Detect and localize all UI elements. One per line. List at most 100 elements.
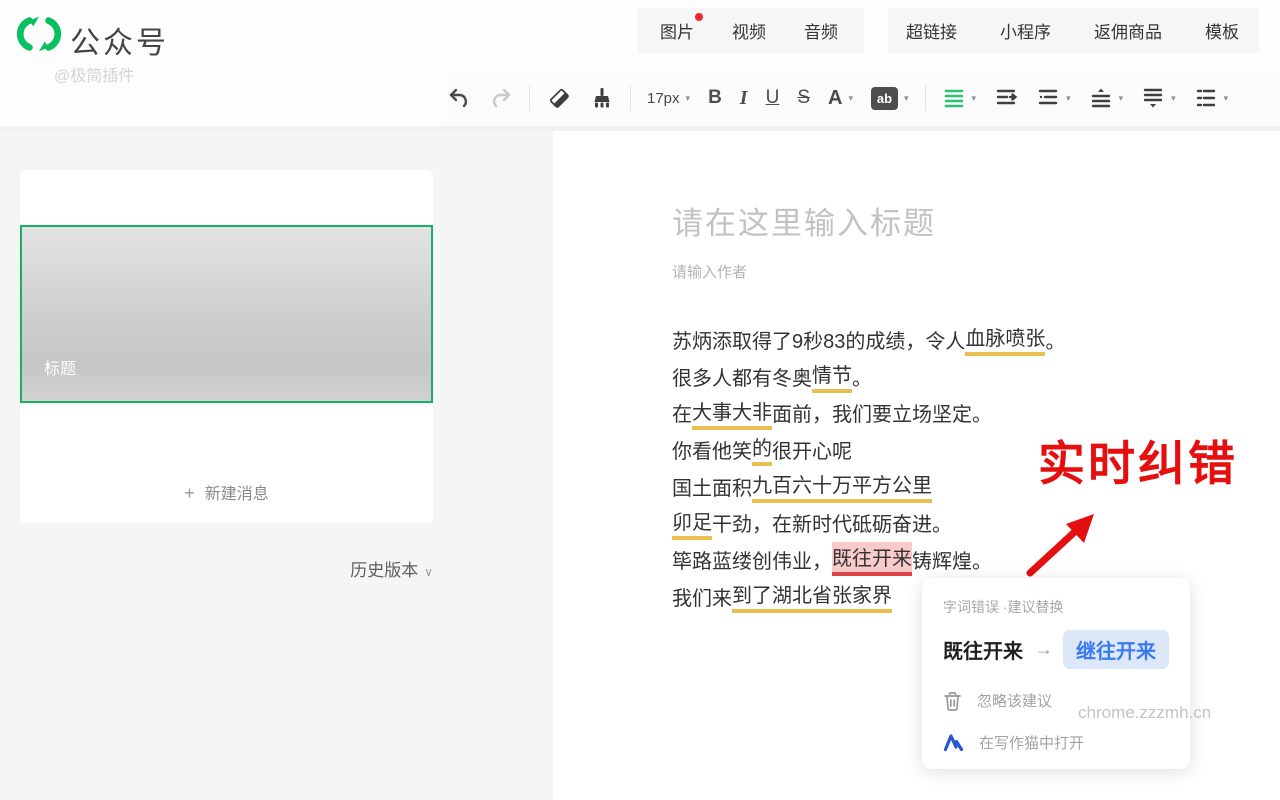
- spellcheck-warning[interactable]: 大事大非: [692, 396, 772, 430]
- correction-popup: 字词错误 ·建议替换 既往开来 → 继往开来 忽略该建议 在写作猫中打开: [922, 578, 1190, 769]
- editor-line[interactable]: 卯足干劲，在新时代砥砺奋进。: [672, 504, 1232, 541]
- arrow-right-icon: →: [1035, 639, 1053, 660]
- clear-format-button[interactable]: [546, 80, 572, 116]
- realtime-correction-annotation: 实时纠错: [1038, 425, 1238, 494]
- chevron-down-icon: ▾: [1119, 93, 1124, 104]
- font-color-button[interactable]: A ▾: [828, 80, 853, 116]
- plus-icon: +: [184, 483, 195, 503]
- message-thumbnail-selected[interactable]: 标题: [20, 225, 433, 403]
- chevron-down-icon: ▾: [1066, 93, 1071, 104]
- chevron-down-icon: ▾: [904, 93, 909, 104]
- wrong-word: 既往开来: [943, 635, 1023, 664]
- highlight-icon: ab: [871, 87, 898, 110]
- history-version-button[interactable]: 历史版本∨: [20, 556, 433, 581]
- suggestion-button[interactable]: 继往开来: [1063, 630, 1169, 669]
- toolbar-divider: [529, 85, 530, 111]
- plugin-watermark: @极简插件: [54, 62, 134, 86]
- popup-header: 字词错误 ·建议替换: [943, 597, 1190, 617]
- redo-icon: [489, 86, 513, 110]
- align-button[interactable]: ▾: [942, 80, 977, 116]
- outdent-button[interactable]: ▾: [1036, 80, 1071, 116]
- line-height-down-icon: [1141, 86, 1165, 110]
- strikethrough-button[interactable]: S: [797, 80, 810, 116]
- text-segment: 铸辉煌。: [912, 545, 992, 574]
- text-segment: 。: [1045, 325, 1065, 354]
- brand-title: 公众号: [70, 18, 169, 62]
- text-segment: 很开心呢: [772, 435, 852, 464]
- spellcheck-error[interactable]: 既往开来: [832, 542, 912, 576]
- editor-line[interactable]: 筚路蓝缕创伟业，既往开来铸辉煌。: [672, 541, 1232, 578]
- italic-button[interactable]: I: [740, 80, 748, 116]
- toolbar-divider: [630, 85, 631, 111]
- indent-button[interactable]: [994, 80, 1018, 116]
- format-toolbar: 17px ▾ B I U S A ▾ ab ▾ ▾: [447, 70, 1280, 126]
- bold-button[interactable]: B: [708, 80, 722, 116]
- message-card[interactable]: 标题 +新建消息: [20, 170, 433, 523]
- thumbnail-title-label: 标题: [44, 355, 76, 379]
- spellcheck-warning[interactable]: 到了湖北省张家界: [732, 579, 892, 613]
- spellcheck-warning[interactable]: 血脉喷张: [965, 322, 1045, 356]
- spellcheck-warning[interactable]: 卯足: [672, 506, 712, 540]
- list-button[interactable]: ▾: [1194, 80, 1229, 116]
- annotation-arrow-icon: [1018, 503, 1108, 583]
- text-segment: 国土面积: [672, 472, 752, 501]
- chevron-down-icon: ▾: [848, 93, 853, 104]
- text-segment: 。: [852, 362, 872, 391]
- nav-template-button[interactable]: 模板: [1205, 18, 1239, 43]
- undo-icon: [447, 86, 471, 110]
- trash-icon: [943, 691, 962, 711]
- nav-audio-button[interactable]: 音频: [804, 18, 838, 43]
- font-size-select[interactable]: 17px ▾: [647, 80, 690, 116]
- nav-video-button[interactable]: 视频: [732, 18, 766, 43]
- wechat-official-account-logo-icon: [16, 11, 62, 57]
- nav-miniprogram-button[interactable]: 小程序: [1000, 18, 1051, 43]
- editor-line[interactable]: 苏炳添取得了9秒83的成绩，令人血脉喷张。: [672, 321, 1232, 358]
- insert-media-nav: 图片 视频 音频: [638, 8, 864, 53]
- line-height-button[interactable]: ▾: [1089, 80, 1124, 116]
- text-segment: 你看他笑: [672, 435, 752, 464]
- new-badge-dot: [695, 13, 703, 21]
- text-segment: 苏炳添取得了9秒83的成绩，令人: [672, 325, 965, 354]
- paragraph-spacing-button[interactable]: ▾: [1141, 80, 1176, 116]
- wechat-official-account-editor: 公众号 @极简插件 图片 视频 音频 超链接 小程序 返佣商品 模板: [0, 0, 1280, 800]
- xiezuocat-logo-icon: [943, 733, 964, 752]
- align-icon: [942, 86, 966, 110]
- line-height-up-icon: [1089, 86, 1113, 110]
- text-segment: 我们来: [672, 582, 732, 611]
- sidebar: 标题 +新建消息 历史版本∨: [0, 131, 553, 800]
- text-segment: 在: [672, 398, 692, 427]
- toolbar-divider: [925, 85, 926, 111]
- header: 公众号 @极简插件 图片 视频 音频 超链接 小程序 返佣商品 模板: [0, 0, 1280, 126]
- editor-line[interactable]: 很多人都有冬奥情节。: [672, 358, 1232, 395]
- redo-button[interactable]: [489, 80, 513, 116]
- format-brush-icon: [590, 86, 614, 110]
- format-painter-button[interactable]: [590, 80, 614, 116]
- suggestion-row: 既往开来 → 继往开来: [943, 630, 1190, 669]
- new-message-button[interactable]: +新建消息: [20, 480, 433, 504]
- open-in-xiezuocat-button[interactable]: 在写作猫中打开: [943, 732, 1190, 753]
- spellcheck-warning[interactable]: 的: [752, 432, 772, 466]
- spellcheck-warning[interactable]: 情节: [812, 359, 852, 393]
- list-icon: [1194, 86, 1218, 110]
- insert-object-nav: 超链接 小程序 返佣商品 模板: [888, 8, 1259, 53]
- undo-button[interactable]: [447, 80, 471, 116]
- chevron-down-icon: ▾: [686, 93, 691, 104]
- text-segment: 很多人都有冬奥: [672, 362, 812, 391]
- chevron-down-icon: ▾: [972, 93, 977, 104]
- spellcheck-warning[interactable]: 九百六十万平方公里: [752, 469, 932, 503]
- nav-image-button[interactable]: 图片: [660, 18, 694, 43]
- site-watermark: chrome.zzzmh.cn: [1078, 703, 1211, 723]
- nav-commission-goods-button[interactable]: 返佣商品: [1094, 18, 1162, 43]
- text-segment: 干劲，在新时代砥砺奋进。: [712, 508, 952, 537]
- chevron-down-icon: ∨: [424, 565, 433, 579]
- highlight-color-button[interactable]: ab ▾: [871, 80, 909, 116]
- underline-button[interactable]: U: [766, 80, 780, 116]
- eraser-icon: [546, 85, 572, 111]
- text-segment: 筚路蓝缕创伟业，: [672, 545, 832, 574]
- chevron-down-icon: ▾: [1224, 93, 1229, 104]
- nav-hyperlink-button[interactable]: 超链接: [906, 18, 957, 43]
- text-segment: 面前，我们要立场坚定。: [772, 398, 992, 427]
- title-input[interactable]: 请在这里输入标题: [672, 198, 936, 243]
- author-input[interactable]: 请输入作者: [672, 261, 747, 282]
- outdent-icon: [1036, 86, 1060, 110]
